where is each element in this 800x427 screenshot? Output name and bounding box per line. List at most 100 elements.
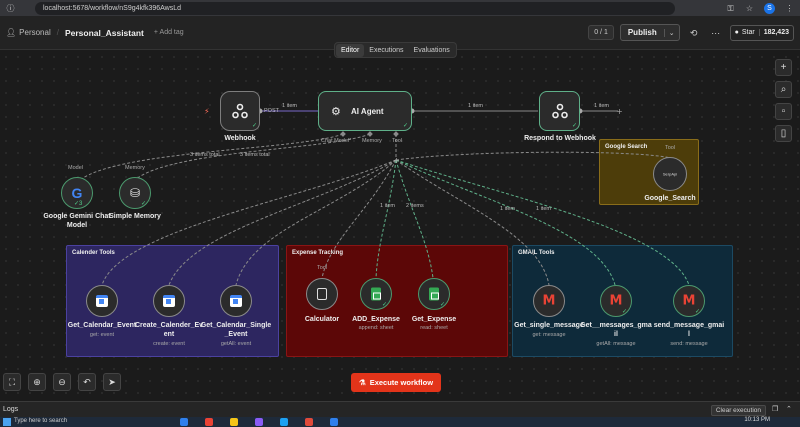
webhook-icon [232,103,248,119]
edge-label-post: POST [264,108,279,114]
node-google-gemini[interactable]: G ✓3 [61,177,93,209]
node-send-message-gmail[interactable]: M ✓ [673,285,705,317]
canvas-zoom-controls: ⛶ ⊕ ⊖ ↶ ➤ [3,373,121,391]
collapse-icon[interactable]: ⌃ [786,406,794,414]
node-label: Webhook [224,135,256,142]
pointer-icon[interactable]: ➤ [103,373,121,391]
node-subtitle: read: sheet [420,325,448,331]
node-get-expense[interactable]: ✓ [418,278,450,310]
node-calculator[interactable] [306,278,338,310]
node-label: send_message_gmai [653,322,725,329]
success-check-icon: ✓ [381,302,387,308]
node-simple-memory[interactable]: ⛁ ✓ [119,177,151,209]
svg-text:+: + [393,156,400,165]
success-check-icon: ✓ [621,309,627,315]
svg-text:+: + [616,107,623,116]
node-webhook[interactable]: ✓ [220,91,260,131]
handle-label: Model [68,165,83,171]
gmail-icon: M [542,293,556,309]
edge-label: 1 item [594,103,609,109]
zoom-out-icon[interactable]: ⊖ [53,373,71,391]
node-ai-agent[interactable]: ⚙ AI Agent ✓ [318,91,412,131]
handle-memory: Memory [362,138,382,144]
google-calendar-icon [163,295,175,307]
node-subtitle: getAll: event [220,341,252,347]
taskbar-app-icon[interactable] [330,418,338,426]
success-check-icon: ✓ [251,123,257,129]
edge-label: 2 items [406,203,424,209]
node-google-search[interactable]: SerpApi [653,157,687,191]
logs-panel[interactable]: Logs Clear execution ❐ ⌃ [0,401,800,417]
tab-evaluations[interactable]: Evaluations [409,44,455,57]
database-icon: ⛁ [129,186,141,200]
taskbar-app-icon[interactable] [205,418,213,426]
node-label: Respond to Webhook [524,135,596,142]
edge-label: 1 item [380,203,395,209]
taskbar-clock: 10:13 PM [744,417,770,423]
node-add-expense[interactable]: ✓ [360,278,392,310]
taskbar-app-icon[interactable] [280,418,288,426]
node-get-messages-gmail[interactable]: M ✓ [600,285,632,317]
view-tabs: Editor Executions Evaluations [334,42,457,58]
taskbar-search[interactable]: Type here to search [14,418,67,424]
edge-label: 1 item [282,103,297,109]
node-get-calendar-event[interactable] [86,285,118,317]
taskbar-app-icon[interactable] [255,418,263,426]
google-sheets-icon [429,287,439,301]
clear-execution-button[interactable]: Clear execution [710,405,766,416]
edge-label: 1 item [536,206,551,212]
taskbar-app-icon[interactable] [180,418,188,426]
add-node-icon[interactable]: + [775,59,792,76]
run-count-badge: 3 [79,201,83,207]
svg-text:⚡: ⚡ [204,107,210,116]
node-create-calendar-event[interactable] [153,285,185,317]
handle-label: Tool [665,145,676,151]
robot-icon: ⚙ [331,106,341,118]
handle-label: Tool [317,265,328,271]
success-check-icon: ✓ [439,302,445,308]
node-label: Google_Search [644,195,696,202]
windows-start-icon[interactable] [3,418,11,426]
gmail-icon: M [682,293,696,309]
gmail-icon: M [609,293,623,309]
taskbar-app-icon[interactable] [305,418,313,426]
zoom-in-icon[interactable]: ⊕ [28,373,46,391]
search-icon[interactable]: ⌕ [775,81,792,98]
success-check-icon: ✓ [402,123,408,129]
node-get-calendar-single-event[interactable] [220,285,252,317]
handle-label: Memory [125,165,145,171]
handle-chat-model: Chat Model* [321,138,352,144]
fit-view-icon[interactable]: ⛶ [3,373,21,391]
calculator-icon [317,288,327,300]
panel-toggle-icon[interactable]: ▯ [775,125,792,142]
node-label: Get__messages_gma [580,322,652,329]
popout-icon[interactable]: ❐ [772,406,780,414]
logs-title: Logs [3,406,19,413]
edge-label: 3 items total [190,152,220,158]
node-label-line2: Model [66,222,88,229]
google-calendar-icon [96,295,108,307]
execute-label: Execute workflow [369,378,434,387]
webhook-icon [551,103,568,119]
node-respond-to-webhook[interactable]: ✓ [539,91,580,131]
node-label: Get_Expense [411,316,457,323]
node-label: Get_Calendar_Single [200,322,272,329]
flask-icon: ⚗ [358,378,366,387]
taskbar-app-icon[interactable] [230,418,238,426]
edge-label: 3 items total [240,152,270,158]
node-subtitle: send: message [670,341,708,347]
success-check-icon: ✓ [571,123,577,129]
tab-editor[interactable]: Editor [336,43,365,57]
undo-icon[interactable]: ↶ [78,373,96,391]
execute-workflow-button[interactable]: ⚗ Execute workflow [351,373,441,392]
node-label-line2: il [614,331,618,338]
node-label: AI Agent [351,107,384,116]
node-subtitle: getAll: message [596,341,636,347]
tab-executions[interactable]: Executions [364,44,408,57]
success-check-icon: ✓ [140,201,146,207]
sticky-note-icon[interactable]: ▫ [775,103,792,120]
success-check-icon: ✓ [694,309,700,315]
node-get-single-message[interactable]: M [533,285,565,317]
edge-label: 1 item [468,103,483,109]
node-label-line2: _Event [224,331,248,338]
